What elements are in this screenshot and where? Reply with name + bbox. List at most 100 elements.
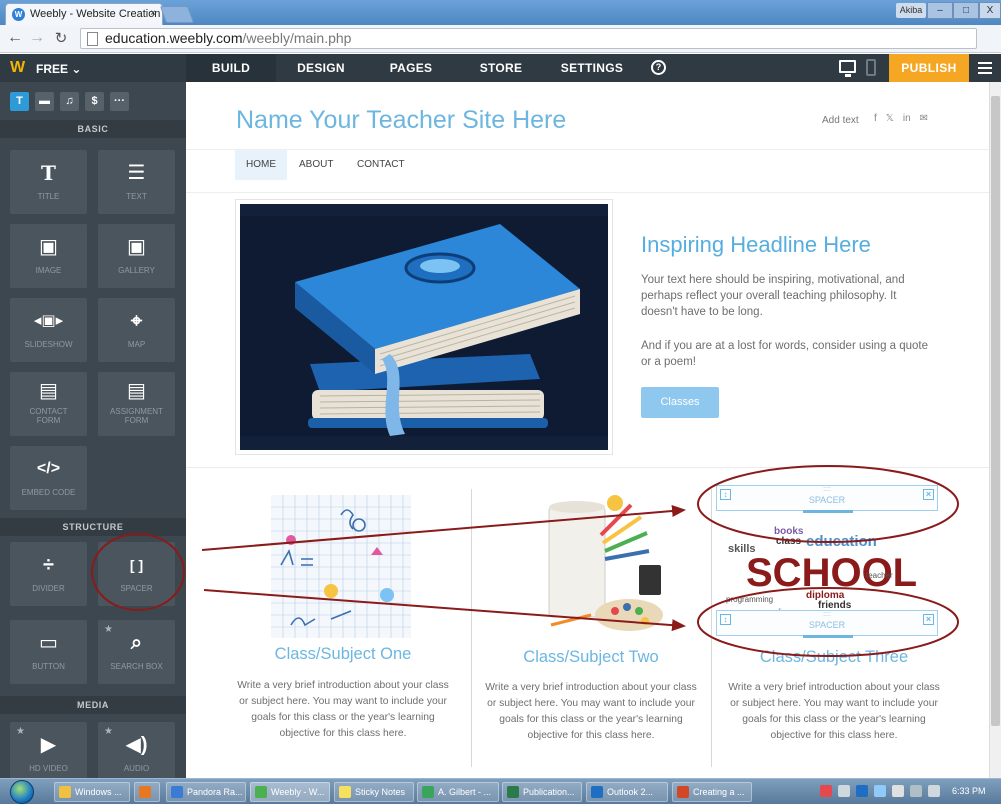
column-2-title[interactable]: Class/Subject Two [481, 648, 701, 667]
element-search-box[interactable]: ★ ⌕ SEARCH BOX [98, 620, 175, 684]
element-image[interactable]: ▣ IMAGE [10, 224, 87, 288]
element-text[interactable]: ☰ TEXT [98, 150, 175, 214]
element-map[interactable]: ⌖ MAP [98, 298, 175, 362]
taskbar-item[interactable]: A. Gilbert - ... [417, 782, 499, 802]
spacer-block-top[interactable]: ↕ :::: SPACER × [716, 485, 938, 513]
twitter-icon[interactable]: 𝕏 [886, 113, 894, 124]
back-arrow-icon[interactable]: ← [6, 29, 24, 47]
tab-close-icon[interactable]: × [150, 8, 156, 19]
window-close-button[interactable]: X [979, 2, 1001, 19]
taskbar-item[interactable] [134, 782, 160, 802]
help-icon[interactable]: ? [651, 60, 666, 75]
minimize-button[interactable]: – [927, 2, 953, 19]
network-icon[interactable] [910, 785, 922, 797]
publish-button[interactable]: PUBLISH [889, 54, 969, 82]
taskbar-item[interactable]: Sticky Notes [334, 782, 414, 802]
tab-build[interactable]: BUILD [186, 54, 276, 82]
tab-store[interactable]: STORE [456, 54, 546, 82]
reload-icon[interactable]: ↻ [52, 29, 70, 47]
element-title[interactable]: T TITLE [10, 150, 87, 214]
element-assignment-form[interactable]: ▤ ASSIGNMENT FORM [98, 372, 175, 436]
tray-app-icon[interactable] [874, 785, 886, 797]
start-button[interactable] [10, 780, 34, 804]
tray-app-icon[interactable] [892, 785, 904, 797]
canvas-scrollbar[interactable] [989, 82, 1001, 778]
tab-design[interactable]: DESIGN [276, 54, 366, 82]
user-badge[interactable]: Akiba [896, 3, 926, 18]
site-nav-home[interactable]: HOME [235, 150, 287, 180]
element-slideshow[interactable]: ◂▣▸ SLIDESHOW [10, 298, 87, 362]
sidebar-tab-basic[interactable]: T [10, 92, 29, 111]
title-icon: T [41, 161, 56, 185]
element-search-box-label: SEARCH BOX [110, 662, 163, 671]
taskbar-item[interactable]: Pandora Ra... [166, 782, 246, 802]
site-nav-about[interactable]: ABOUT [288, 150, 344, 180]
plan-dropdown[interactable]: FREE ⌄ [36, 62, 81, 76]
tab-pages[interactable]: PAGES [366, 54, 456, 82]
element-sidebar: T ▬ ♫ $ ··· BASIC T TITLE ☰ TEXT ▣ IMAGE… [0, 82, 186, 778]
facebook-icon[interactable]: f [874, 113, 877, 124]
forward-arrow-icon[interactable]: → [28, 29, 46, 47]
element-contact-form[interactable]: ▤ CONTACT FORM [10, 372, 87, 436]
column-1-title[interactable]: Class/Subject One [233, 645, 453, 664]
divider-icon: ÷ [43, 554, 54, 576]
element-button[interactable]: ▭ BUTTON [10, 620, 87, 684]
column-2-text[interactable]: Write a very brief introduction about yo… [481, 680, 701, 744]
taskbar-item[interactable]: Creating a ... [672, 782, 752, 802]
url-input[interactable]: education.weebly.com/weebly/main.php [80, 28, 977, 49]
volume-icon[interactable] [928, 785, 940, 797]
clock[interactable]: 6:33 PM [952, 786, 986, 796]
sidebar-tab-media[interactable]: ♫ [60, 92, 79, 111]
add-text-link[interactable]: Add text [822, 115, 859, 126]
desktop-view-icon[interactable] [839, 60, 856, 77]
new-tab-button[interactable] [159, 6, 195, 23]
tray-app-icon[interactable] [856, 785, 868, 797]
element-hd-video[interactable]: ★ ▶ HD VIDEO [10, 722, 87, 778]
tray-app-icon[interactable] [838, 785, 850, 797]
hero-paragraph-1[interactable]: Your text here should be inspiring, moti… [641, 272, 931, 320]
column-3-title[interactable]: Class/Subject Three [723, 648, 945, 667]
scrollbar-thumb[interactable] [991, 96, 1000, 726]
hero-headline[interactable]: Inspiring Headline Here [641, 232, 871, 258]
taskbar-item[interactable]: Publication... [502, 782, 582, 802]
taskbar-item[interactable]: Windows ... [54, 782, 130, 802]
tray-app-icon[interactable] [820, 785, 832, 797]
taskbar-app-icon [507, 786, 519, 798]
sidebar-tab-structure[interactable]: ▬ [35, 92, 54, 111]
email-icon[interactable]: ✉ [920, 113, 928, 124]
taskbar-item[interactable]: Weebly - W... [250, 782, 330, 802]
element-embed-code[interactable]: </> EMBED CODE [10, 446, 87, 510]
spacer-close-icon[interactable]: × [923, 614, 934, 625]
spacer-block-bottom[interactable]: ↕ :::: SPACER × [716, 610, 938, 638]
math-notebook-image[interactable] [271, 495, 411, 638]
spacer-move-icon[interactable]: ↕ [720, 614, 731, 625]
classes-button[interactable]: Classes [641, 387, 719, 418]
element-divider[interactable]: ÷ DIVIDER [10, 542, 87, 606]
premium-star-icon: ★ [16, 726, 25, 737]
column-1-text[interactable]: Write a very brief introduction about yo… [233, 678, 453, 742]
spacer-resize-handle[interactable] [803, 510, 853, 513]
hero-paragraph-2[interactable]: And if you are at a lost for words, cons… [641, 338, 931, 370]
hero-book-image[interactable] [236, 200, 612, 454]
wordcloud-class: class [776, 536, 801, 547]
sidebar-tab-commerce[interactable]: $ [85, 92, 104, 111]
spacer-resize-handle[interactable] [803, 635, 853, 638]
mobile-view-icon[interactable] [866, 59, 876, 76]
art-supplies-image[interactable] [531, 495, 671, 638]
tab-settings[interactable]: SETTINGS [546, 54, 638, 82]
site-title[interactable]: Name Your Teacher Site Here [236, 106, 566, 135]
element-gallery[interactable]: ▣ GALLERY [98, 224, 175, 288]
browser-tab[interactable]: W Weebly - Website Creation × [5, 3, 163, 25]
element-spacer[interactable]: [ ] SPACER [98, 542, 175, 606]
taskbar-item[interactable]: Outlook 2... [586, 782, 668, 802]
column-3-text[interactable]: Write a very brief introduction about yo… [723, 680, 945, 744]
menu-icon[interactable] [978, 62, 992, 77]
linkedin-icon[interactable]: in [903, 113, 911, 124]
site-nav-contact[interactable]: CONTACT [346, 150, 416, 180]
weebly-logo-icon[interactable]: W [10, 59, 25, 77]
spacer-close-icon[interactable]: × [923, 489, 934, 500]
element-audio[interactable]: ★ ◀) AUDIO [98, 722, 175, 778]
sidebar-tab-more[interactable]: ··· [110, 92, 129, 111]
spacer-move-icon[interactable]: ↕ [720, 489, 731, 500]
maximize-button[interactable]: □ [953, 2, 979, 19]
